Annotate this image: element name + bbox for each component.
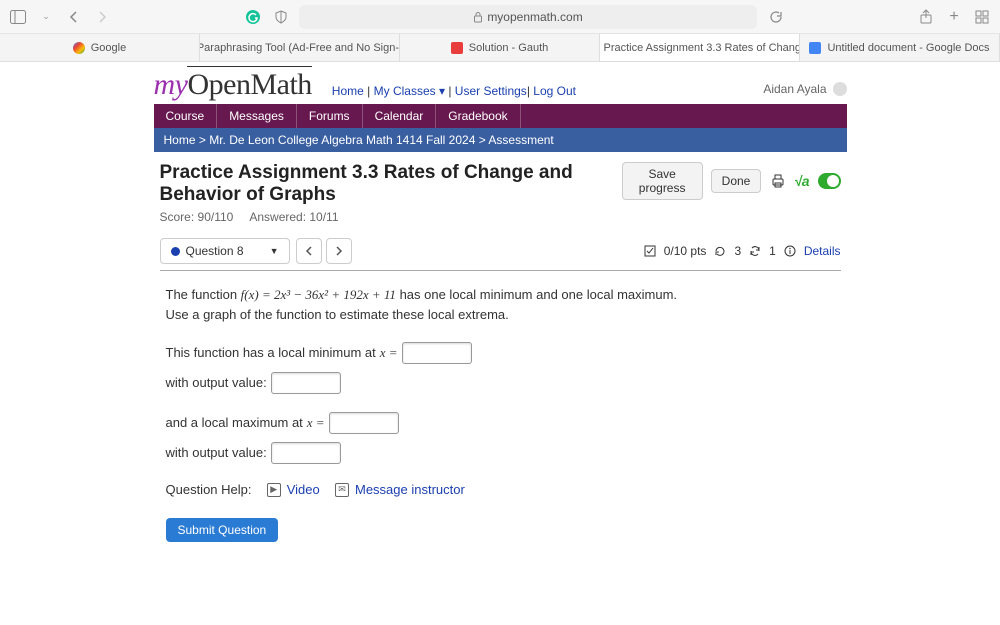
max-x-input[interactable] [329,412,399,434]
score-label: Score: 90/110 [160,210,234,224]
regen-icon [749,245,761,257]
menu-gradebook[interactable]: Gradebook [436,104,520,128]
reload-icon[interactable] [765,7,785,27]
dropdown-icon[interactable]: ⌄ [36,7,56,27]
url-bar[interactable]: myopenmath.com [299,5,758,29]
message-instructor-link[interactable]: Message instructor [355,480,465,500]
nav-logout[interactable]: Log Out [533,84,576,98]
browser-toolbar: ⌄ myopenmath.com + [0,0,1000,34]
max-output-input[interactable] [271,442,341,464]
site-header: myOpenMath Home | My Classes ▾ | User Se… [154,62,847,104]
lock-icon [473,11,483,23]
sidebar-toggle-icon[interactable] [8,7,28,27]
mail-icon: ✉ [335,483,349,497]
new-tab-icon[interactable]: + [944,7,964,27]
formula: f(x) = 2x³ − 36x² + 192x + 11 [241,287,396,302]
avatar [833,82,847,96]
math-toggle-icon: √a [794,173,809,189]
menu-calendar[interactable]: Calendar [363,104,437,128]
play-icon: ▶ [267,483,281,497]
attempts-label: 1 [769,244,776,258]
shield-icon[interactable] [271,7,291,27]
min-x-input[interactable] [402,342,472,364]
grammarly-icon[interactable] [243,7,263,27]
course-menubar: Course Messages Forums Calendar Gradeboo… [154,104,847,128]
next-question-button[interactable] [326,238,352,264]
info-icon [784,245,796,257]
tab-paraphrasing[interactable]: Paraphrasing Tool (Ad-Free and No Sign-.… [200,34,400,61]
chevron-down-icon: ▼ [270,246,279,256]
save-button[interactable]: Save progress [622,162,703,200]
tab-googledocs[interactable]: Untitled document - Google Docs [800,34,1000,61]
print-icon[interactable] [769,170,786,192]
url-text: myopenmath.com [487,10,582,24]
math-input-toggle[interactable] [818,173,841,189]
browser-tabs: Google Paraphrasing Tool (Ad-Free and No… [0,34,1000,62]
tab-myopenmath[interactable]: MPractice Assignment 3.3 Rates of Chang.… [600,34,800,61]
checkbox-icon [644,245,656,257]
question-body: The function f(x) = 2x³ − 36x² + 192x + … [160,271,841,556]
tab-google[interactable]: Google [0,34,200,61]
logo[interactable]: myOpenMath [154,68,312,102]
tab-gauth[interactable]: Solution - Gauth [400,34,600,61]
details-link[interactable]: Details [804,244,841,258]
menu-forums[interactable]: Forums [297,104,363,128]
answered-label: Answered: 10/11 [249,210,338,224]
submit-question-button[interactable]: Submit Question [166,518,279,542]
done-button[interactable]: Done [711,169,762,193]
tabs-grid-icon[interactable] [972,7,992,27]
points-label: 0/10 pts [664,244,707,258]
share-icon[interactable] [916,7,936,27]
crumb-current: Assessment [488,133,553,147]
nav-home[interactable]: Home [332,84,364,98]
nav-usersettings[interactable]: User Settings [455,84,527,98]
forward-icon[interactable] [92,7,112,27]
menu-messages[interactable]: Messages [217,104,297,128]
page-title: Practice Assignment 3.3 Rates of Change … [160,162,614,206]
menu-course[interactable]: Course [154,104,218,128]
breadcrumb: Home > Mr. De Leon College Algebra Math … [154,128,847,152]
status-dot-icon [171,247,180,256]
crumb-home[interactable]: Home [164,133,196,147]
question-selector[interactable]: Question 8 ▼ [160,238,290,264]
user-info[interactable]: Aidan Ayala [763,82,846,102]
prev-question-button[interactable] [296,238,322,264]
back-icon[interactable] [64,7,84,27]
top-nav: Home | My Classes ▾ | User Settings| Log… [332,84,576,102]
crumb-course[interactable]: Mr. De Leon College Algebra Math 1414 Fa… [209,133,475,147]
nav-myclasses[interactable]: My Classes ▾ [374,84,445,98]
retries-label: 3 [734,244,741,258]
min-output-input[interactable] [271,372,341,394]
video-link[interactable]: Video [287,480,320,500]
retry-icon [714,245,726,257]
